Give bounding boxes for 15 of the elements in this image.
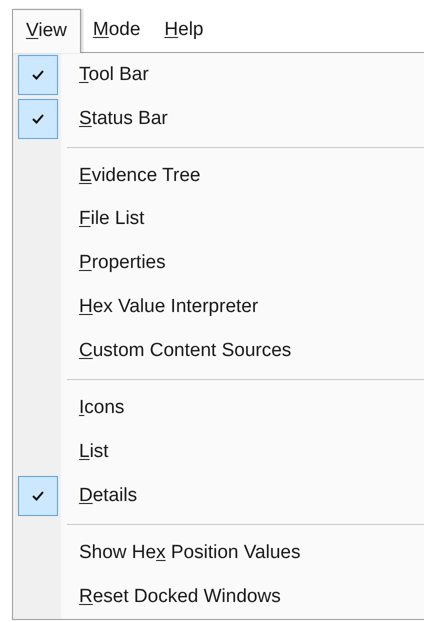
menu-item[interactable]: Show Hex Position Values (13, 531, 424, 575)
menu-item[interactable]: Tool Bar (13, 53, 424, 97)
menu-item[interactable]: File List (13, 198, 424, 242)
menu-item[interactable]: Hex Value Interpreter (13, 286, 424, 330)
menu-item[interactable]: Custom Content Sources (13, 329, 424, 374)
menu-item[interactable]: Icons (13, 386, 424, 430)
menu-item[interactable]: Evidence Tree (13, 154, 424, 198)
menu-item[interactable]: Properties (13, 242, 424, 286)
menu-bar-item[interactable]: Help (152, 8, 216, 52)
menu-item[interactable]: Details (13, 474, 424, 518)
menu-item[interactable]: Status Bar (13, 96, 424, 141)
menu-item[interactable]: List (13, 430, 424, 474)
menu-item[interactable]: Reset Docked Windows (13, 575, 424, 619)
menu-bar-item[interactable]: Mode (80, 8, 152, 52)
menu-bar-item[interactable]: View (12, 9, 81, 53)
